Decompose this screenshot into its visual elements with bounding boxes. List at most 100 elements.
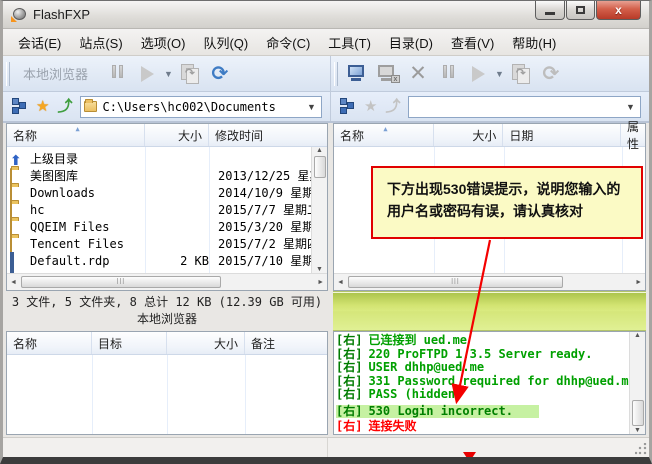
log-line-530-error: [右]530 Login incorrect. xyxy=(336,405,539,419)
queue-body xyxy=(7,355,327,434)
address-row: ★ ⤴ C:\Users\hc002\Documents ▼ ★ ⤴ ▼ xyxy=(3,92,649,123)
local-transfer-button[interactable]: ↷ xyxy=(175,60,205,88)
combo-dropdown-icon[interactable]: ▼ xyxy=(623,99,638,115)
minimize-icon xyxy=(545,12,555,15)
site-manager-icon[interactable] xyxy=(339,98,356,115)
remote-pause-button[interactable] xyxy=(433,60,463,88)
local-browser-label: 本地浏览器 xyxy=(23,64,88,83)
column-size[interactable]: 大小 xyxy=(145,124,209,146)
annotation-callout: 下方出现530错误提示，说明您输入的用户名或密码有误，请认真核对 xyxy=(371,166,643,239)
refresh-icon: ⟳ xyxy=(212,64,229,84)
resize-grip[interactable] xyxy=(635,443,647,455)
file-row[interactable]: Downloads 2014/10/9 星期四 xyxy=(7,184,327,201)
menu-options[interactable]: 选项(O) xyxy=(132,29,195,56)
file-row[interactable]: hc 2015/7/7 星期二 xyxy=(7,201,327,218)
remote-refresh-button[interactable]: ⟳ xyxy=(536,60,566,88)
window-status-bar xyxy=(3,437,649,457)
column-modified[interactable]: 修改时间 xyxy=(209,124,327,146)
flashfxp-logo-icon xyxy=(11,7,27,23)
remote-start-button[interactable] xyxy=(463,60,493,88)
column-name[interactable]: 名称▲ xyxy=(7,124,145,146)
menu-directory[interactable]: 目录(D) xyxy=(380,29,442,56)
local-refresh-button[interactable]: ⟳ xyxy=(205,60,235,88)
disconnect-icon: x xyxy=(378,65,398,83)
scrollbar-thumb[interactable] xyxy=(348,276,563,288)
vertical-scrollbar[interactable]: ▲▼ xyxy=(629,332,645,434)
menu-commands[interactable]: 命令(C) xyxy=(257,29,319,56)
local-start-button[interactable] xyxy=(132,60,162,88)
menu-queue[interactable]: 队列(Q) xyxy=(194,29,257,56)
start-dropdown-arrow-icon[interactable]: ▼ xyxy=(164,69,173,79)
local-pane: 名称▲ 大小 修改时间 ⬆ 上级目录 美图图库 xyxy=(6,123,328,437)
scrollbar-thumb[interactable] xyxy=(632,400,644,426)
scroll-up-icon[interactable]: ▲ xyxy=(634,332,641,339)
flashfxp-window: FlashFXP x 会话(E) 站点(S) 选项(O) 队列(Q) 命令(C)… xyxy=(0,0,652,464)
remote-path-combo[interactable]: ▼ xyxy=(408,96,641,118)
menu-help[interactable]: 帮助(H) xyxy=(503,29,565,56)
file-row[interactable]: Tencent Files 2015/7/2 星期四 xyxy=(7,235,327,252)
menu-session[interactable]: 会话(E) xyxy=(9,29,70,56)
transfer-documents-icon: ↷ xyxy=(181,64,199,84)
local-path-combo[interactable]: C:\Users\hc002\Documents ▼ xyxy=(80,96,322,118)
menu-tools[interactable]: 工具(T) xyxy=(319,29,380,56)
queue-panel: 名称 目标 大小 备注 xyxy=(6,331,328,435)
folder-icon xyxy=(84,101,97,112)
folder-icon xyxy=(10,186,26,200)
file-row[interactable]: Default.rdp 2 KB 2015/7/10 星期五 xyxy=(7,252,327,269)
up-directory-icon[interactable]: ⤴ xyxy=(57,99,72,114)
connection-log[interactable]: [右]已连接到 ued.me [右]220 ProFTPD 1.3.5 Serv… xyxy=(333,331,646,435)
connect-button[interactable] xyxy=(343,60,373,88)
column-attributes[interactable]: 属性 xyxy=(621,124,645,146)
local-pause-button[interactable] xyxy=(102,60,132,88)
column-name[interactable]: 名称▲ xyxy=(334,124,434,146)
log-line: [右]USER dhhp@ued.me xyxy=(336,361,628,375)
title-bar: FlashFXP x xyxy=(3,1,649,29)
menu-view[interactable]: 查看(V) xyxy=(442,29,503,56)
bookmarks-star-icon[interactable]: ★ xyxy=(364,99,377,114)
column-date[interactable]: 日期 xyxy=(503,124,621,146)
scroll-down-icon[interactable]: ▼ xyxy=(634,427,641,434)
column-size[interactable]: 大小 xyxy=(434,124,504,146)
site-manager-icon[interactable] xyxy=(11,98,28,115)
remote-transfer-button[interactable]: ↷ xyxy=(506,60,536,88)
column-target[interactable]: 目标 xyxy=(92,332,167,354)
bookmarks-star-icon[interactable]: ★ xyxy=(36,99,49,114)
scroll-right-icon[interactable]: ► xyxy=(635,279,642,286)
scroll-left-icon[interactable]: ◄ xyxy=(10,279,17,286)
file-row[interactable]: 美图图库 2013/12/25 星期三 xyxy=(7,167,327,184)
scrollbar-thumb[interactable] xyxy=(314,156,326,178)
scroll-down-icon[interactable]: ▼ xyxy=(316,266,323,273)
scroll-right-icon[interactable]: ► xyxy=(317,279,324,286)
combo-dropdown-icon[interactable]: ▼ xyxy=(304,99,319,115)
column-name[interactable]: 名称 xyxy=(7,332,92,354)
column-remark[interactable]: 备注 xyxy=(245,332,327,354)
local-status-bar: 3 文件, 5 文件夹, 8 总计 12 KB (12.39 GB 可用) 本地… xyxy=(6,291,328,331)
pause-icon xyxy=(441,65,455,83)
file-row[interactable]: ⬆ 上级目录 xyxy=(7,150,327,167)
scroll-up-icon[interactable]: ▲ xyxy=(316,147,323,154)
maximize-icon xyxy=(576,6,585,14)
local-status-label: 本地浏览器 xyxy=(137,311,197,328)
up-directory-icon[interactable]: ⤴ xyxy=(385,99,400,114)
status-section-left xyxy=(3,438,328,457)
scroll-left-icon[interactable]: ◄ xyxy=(337,279,344,286)
scrollbar-thumb[interactable] xyxy=(21,276,221,288)
column-size[interactable]: 大小 xyxy=(167,332,245,354)
vertical-scrollbar[interactable]: ▲▼ xyxy=(311,147,327,273)
disconnect-button[interactable]: x xyxy=(373,60,403,88)
local-list-body: ⬆ 上级目录 美图图库 2013/12/25 星期三 Downloads xyxy=(7,147,327,273)
maximize-button[interactable] xyxy=(566,1,595,20)
horizontal-scrollbar[interactable]: ◄► xyxy=(334,273,645,290)
start-dropdown-arrow-icon[interactable]: ▼ xyxy=(495,69,504,79)
menu-sites[interactable]: 站点(S) xyxy=(70,29,131,56)
abort-button[interactable]: ✕ xyxy=(403,60,433,88)
log-lines: [右]已连接到 ued.me [右]220 ProFTPD 1.3.5 Serv… xyxy=(336,334,628,433)
horizontal-scrollbar[interactable]: ◄► xyxy=(7,273,327,290)
close-button[interactable]: x xyxy=(596,1,641,20)
minimize-button[interactable] xyxy=(535,1,565,20)
menu-bar: 会话(E) 站点(S) 选项(O) 队列(Q) 命令(C) 工具(T) 目录(D… xyxy=(3,29,649,56)
toolbar-grip[interactable] xyxy=(334,62,338,86)
close-icon: x xyxy=(615,3,622,17)
toolbar-grip[interactable] xyxy=(6,62,10,86)
file-row[interactable]: QQEIM Files 2015/3/20 星期五 xyxy=(7,218,327,235)
